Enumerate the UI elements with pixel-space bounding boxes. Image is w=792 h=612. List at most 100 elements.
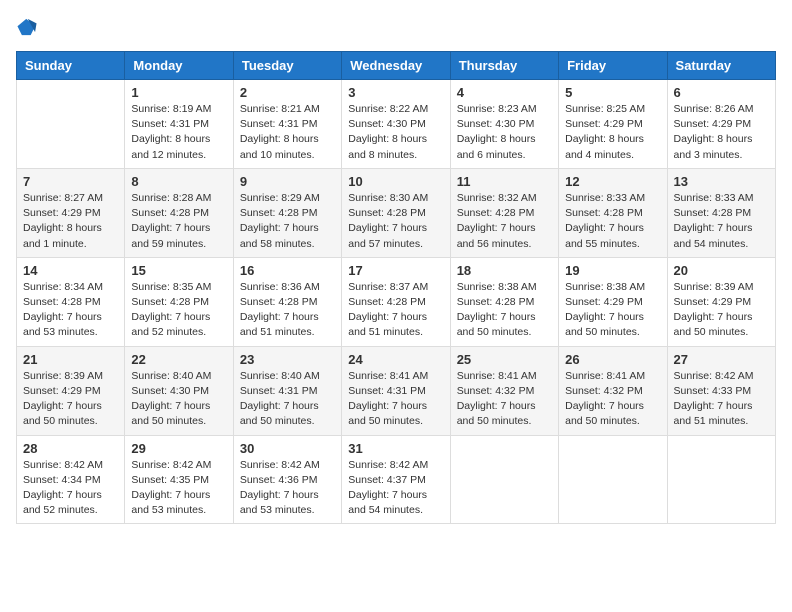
weekday-header-monday: Monday	[125, 52, 233, 80]
day-info: Sunrise: 8:41 AMSunset: 4:32 PMDaylight:…	[457, 369, 552, 430]
calendar-cell: 27Sunrise: 8:42 AMSunset: 4:33 PMDayligh…	[667, 346, 775, 435]
day-info: Sunrise: 8:19 AMSunset: 4:31 PMDaylight:…	[131, 102, 226, 163]
day-number: 2	[240, 85, 335, 100]
day-info: Sunrise: 8:40 AMSunset: 4:31 PMDaylight:…	[240, 369, 335, 430]
calendar-cell: 17 Sunrise: 8:37 AMSunset: 4:28 PMDayligh…	[342, 257, 450, 346]
day-number: 16	[240, 263, 335, 278]
calendar-cell: 9 Sunrise: 8:29 AMSunset: 4:28 PMDaylight…	[233, 168, 341, 257]
calendar-cell	[450, 435, 558, 524]
day-number: 3	[348, 85, 443, 100]
weekday-header-tuesday: Tuesday	[233, 52, 341, 80]
calendar-cell: 11Sunrise: 8:32 AMSunset: 4:28 PMDayligh…	[450, 168, 558, 257]
day-number: 28	[23, 441, 118, 456]
day-number: 31	[348, 441, 443, 456]
calendar-cell: 6 Sunrise: 8:26 AMSunset: 4:29 PMDaylight…	[667, 80, 775, 169]
day-number: 5	[565, 85, 660, 100]
day-number: 6	[674, 85, 769, 100]
day-info: Sunrise: 8:42 AMSunset: 4:37 PMDaylight:…	[348, 458, 443, 519]
calendar-cell: 5 Sunrise: 8:25 AMSunset: 4:29 PMDaylight…	[559, 80, 667, 169]
calendar-cell: 13 Sunrise: 8:33 AMSunset: 4:28 PMDayligh…	[667, 168, 775, 257]
calendar-cell: 23 Sunrise: 8:40 AMSunset: 4:31 PMDayligh…	[233, 346, 341, 435]
day-number: 17	[348, 263, 443, 278]
day-info: Sunrise: 8:42 AMSunset: 4:35 PMDaylight:…	[131, 458, 226, 519]
day-info: Sunrise: 8:33 AMSunset: 4:28 PMDaylight:…	[674, 191, 769, 252]
calendar-cell: 3Sunrise: 8:22 AMSunset: 4:30 PMDaylight…	[342, 80, 450, 169]
day-number: 21	[23, 352, 118, 367]
day-info: Sunrise: 8:34 AMSunset: 4:28 PMDaylight:…	[23, 280, 118, 341]
calendar-week-row: 1Sunrise: 8:19 AMSunset: 4:31 PMDaylight…	[17, 80, 776, 169]
day-info: Sunrise: 8:41 AMSunset: 4:32 PMDaylight:…	[565, 369, 660, 430]
calendar-cell: 29 Sunrise: 8:42 AMSunset: 4:35 PMDayligh…	[125, 435, 233, 524]
day-number: 15	[131, 263, 226, 278]
day-number: 9	[240, 174, 335, 189]
day-info: Sunrise: 8:29 AMSunset: 4:28 PMDaylight:…	[240, 191, 335, 252]
day-number: 12	[565, 174, 660, 189]
calendar-cell: 28 Sunrise: 8:42 AMSunset: 4:34 PMDayligh…	[17, 435, 125, 524]
calendar-cell: 22 Sunrise: 8:40 AMSunset: 4:30 PMDayligh…	[125, 346, 233, 435]
weekday-header-friday: Friday	[559, 52, 667, 80]
day-info: Sunrise: 8:25 AMSunset: 4:29 PMDaylight:…	[565, 102, 660, 163]
calendar-cell: 19Sunrise: 8:38 AMSunset: 4:29 PMDayligh…	[559, 257, 667, 346]
logo-icon	[16, 16, 38, 38]
day-info: Sunrise: 8:38 AMSunset: 4:28 PMDaylight:…	[457, 280, 552, 341]
day-info: Sunrise: 8:35 AMSunset: 4:28 PMDaylight:…	[131, 280, 226, 341]
day-info: Sunrise: 8:23 AMSunset: 4:30 PMDaylight:…	[457, 102, 552, 163]
calendar-cell: 1Sunrise: 8:19 AMSunset: 4:31 PMDaylight…	[125, 80, 233, 169]
day-number: 25	[457, 352, 552, 367]
day-info: Sunrise: 8:42 AMSunset: 4:36 PMDaylight:…	[240, 458, 335, 519]
day-number: 7	[23, 174, 118, 189]
day-number: 10	[348, 174, 443, 189]
calendar-cell	[667, 435, 775, 524]
day-number: 19	[565, 263, 660, 278]
day-info: Sunrise: 8:27 AMSunset: 4:29 PMDaylight:…	[23, 191, 118, 252]
calendar-cell: 8 Sunrise: 8:28 AMSunset: 4:28 PMDaylight…	[125, 168, 233, 257]
calendar-week-row: 14Sunrise: 8:34 AMSunset: 4:28 PMDayligh…	[17, 257, 776, 346]
day-info: Sunrise: 8:37 AMSunset: 4:28 PMDaylight:…	[348, 280, 443, 341]
calendar-cell: 2Sunrise: 8:21 AMSunset: 4:31 PMDaylight…	[233, 80, 341, 169]
day-info: Sunrise: 8:41 AMSunset: 4:31 PMDaylight:…	[348, 369, 443, 430]
calendar-week-row: 7 Sunrise: 8:27 AMSunset: 4:29 PMDaylight…	[17, 168, 776, 257]
day-info: Sunrise: 8:42 AMSunset: 4:34 PMDaylight:…	[23, 458, 118, 519]
calendar-cell: 10Sunrise: 8:30 AMSunset: 4:28 PMDayligh…	[342, 168, 450, 257]
day-number: 24	[348, 352, 443, 367]
weekday-header-row: SundayMondayTuesdayWednesdayThursdayFrid…	[17, 52, 776, 80]
day-number: 11	[457, 174, 552, 189]
calendar-cell: 18 Sunrise: 8:38 AMSunset: 4:28 PMDayligh…	[450, 257, 558, 346]
day-info: Sunrise: 8:40 AMSunset: 4:30 PMDaylight:…	[131, 369, 226, 430]
day-number: 30	[240, 441, 335, 456]
calendar-cell: 16Sunrise: 8:36 AMSunset: 4:28 PMDayligh…	[233, 257, 341, 346]
weekday-header-saturday: Saturday	[667, 52, 775, 80]
calendar-cell: 21 Sunrise: 8:39 AMSunset: 4:29 PMDayligh…	[17, 346, 125, 435]
calendar-cell: 12 Sunrise: 8:33 AMSunset: 4:28 PMDayligh…	[559, 168, 667, 257]
weekday-header-thursday: Thursday	[450, 52, 558, 80]
calendar-cell: 15 Sunrise: 8:35 AMSunset: 4:28 PMDayligh…	[125, 257, 233, 346]
calendar-cell: 4 Sunrise: 8:23 AMSunset: 4:30 PMDaylight…	[450, 80, 558, 169]
day-number: 23	[240, 352, 335, 367]
calendar-cell: 20 Sunrise: 8:39 AMSunset: 4:29 PMDayligh…	[667, 257, 775, 346]
calendar-cell: 24 Sunrise: 8:41 AMSunset: 4:31 PMDayligh…	[342, 346, 450, 435]
calendar-week-row: 21 Sunrise: 8:39 AMSunset: 4:29 PMDayligh…	[17, 346, 776, 435]
day-number: 29	[131, 441, 226, 456]
header	[16, 16, 776, 43]
calendar-cell: 14Sunrise: 8:34 AMSunset: 4:28 PMDayligh…	[17, 257, 125, 346]
day-number: 26	[565, 352, 660, 367]
calendar-cell: 31 Sunrise: 8:42 AMSunset: 4:37 PMDayligh…	[342, 435, 450, 524]
day-info: Sunrise: 8:39 AMSunset: 4:29 PMDaylight:…	[674, 280, 769, 341]
calendar-cell: 25 Sunrise: 8:41 AMSunset: 4:32 PMDayligh…	[450, 346, 558, 435]
day-info: Sunrise: 8:39 AMSunset: 4:29 PMDaylight:…	[23, 369, 118, 430]
day-info: Sunrise: 8:28 AMSunset: 4:28 PMDaylight:…	[131, 191, 226, 252]
day-number: 8	[131, 174, 226, 189]
day-number: 20	[674, 263, 769, 278]
day-info: Sunrise: 8:26 AMSunset: 4:29 PMDaylight:…	[674, 102, 769, 163]
day-number: 22	[131, 352, 226, 367]
calendar-cell	[559, 435, 667, 524]
calendar-table: SundayMondayTuesdayWednesdayThursdayFrid…	[16, 51, 776, 524]
calendar-cell: 7 Sunrise: 8:27 AMSunset: 4:29 PMDaylight…	[17, 168, 125, 257]
day-number: 4	[457, 85, 552, 100]
day-number: 18	[457, 263, 552, 278]
weekday-header-sunday: Sunday	[17, 52, 125, 80]
calendar-cell: 26 Sunrise: 8:41 AMSunset: 4:32 PMDayligh…	[559, 346, 667, 435]
logo	[16, 16, 40, 43]
day-info: Sunrise: 8:33 AMSunset: 4:28 PMDaylight:…	[565, 191, 660, 252]
day-number: 13	[674, 174, 769, 189]
